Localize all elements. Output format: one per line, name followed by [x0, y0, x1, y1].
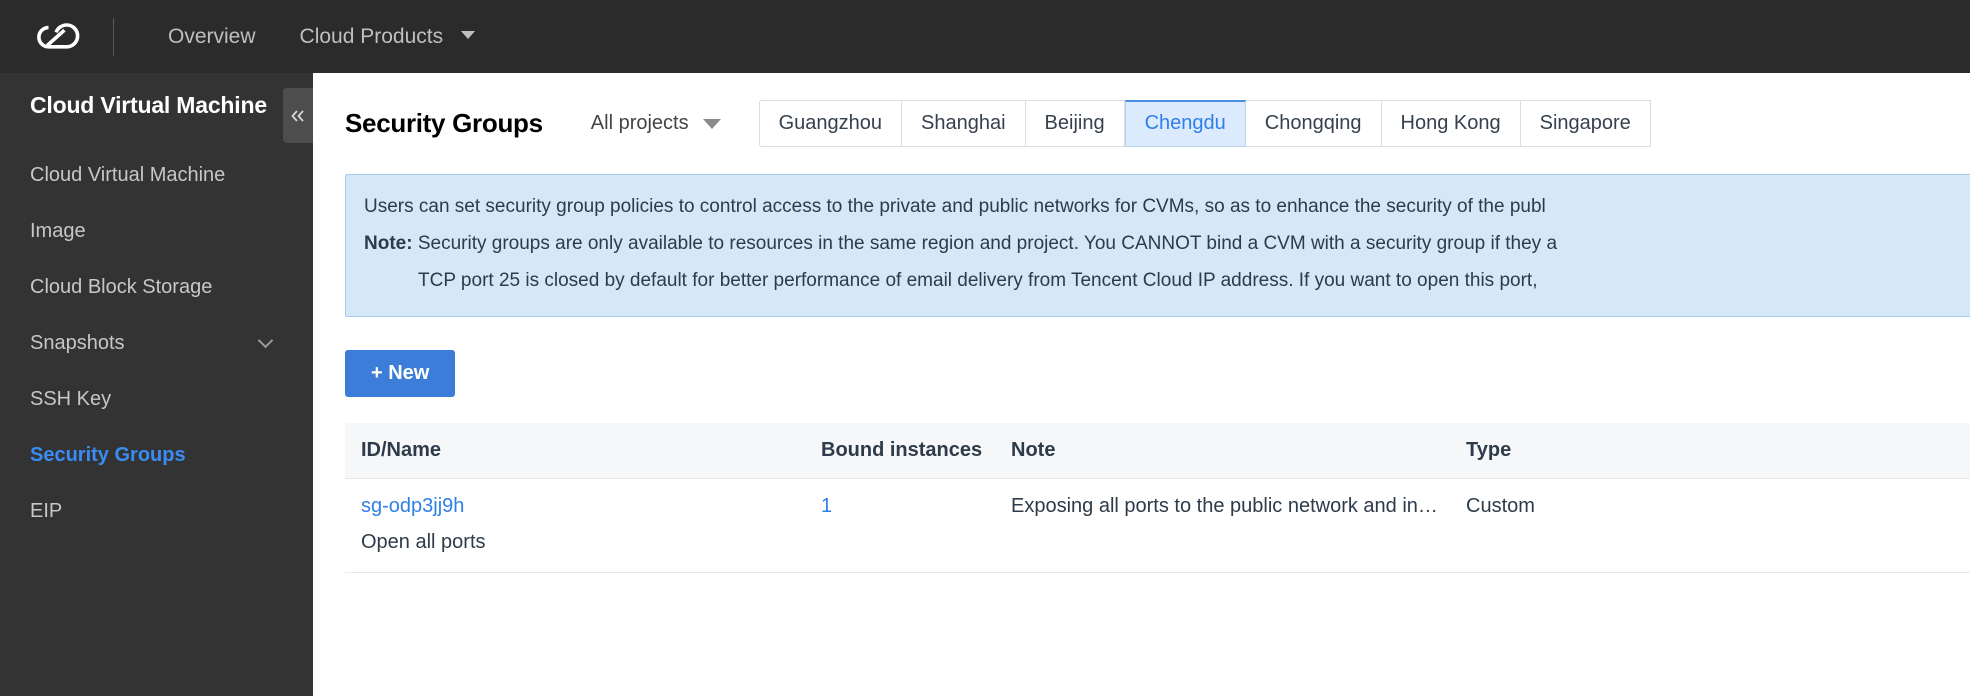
- region-tab-label: Chengdu: [1144, 112, 1226, 134]
- sidebar-item-cloud-block-storage[interactable]: Cloud Block Storage: [0, 259, 313, 315]
- tencent-cloud-logo-icon[interactable]: [0, 0, 113, 73]
- info-banner-line-1: Users can set security group policies to…: [364, 196, 1546, 217]
- double-chevron-left-icon: [291, 109, 304, 122]
- region-tab-label: Chongqing: [1264, 111, 1362, 134]
- page-header: Security Groups All projects Guangzhou S…: [313, 73, 1970, 147]
- region-tab-label: Guangzhou: [778, 111, 883, 134]
- sidebar-item-label: Cloud Block Storage: [30, 275, 213, 298]
- cell-id-name: sg-odp3jj9h Open all ports: [345, 478, 805, 573]
- nav-item-cloud-products[interactable]: Cloud Products: [278, 0, 497, 73]
- info-banner: Users can set security group policies to…: [345, 174, 1970, 317]
- sidebar-item-snapshots[interactable]: Snapshots: [0, 315, 313, 371]
- region-tab-label: Singapore: [1539, 111, 1631, 134]
- region-tab-hong-kong[interactable]: Hong Kong: [1381, 99, 1521, 147]
- region-tab-beijing[interactable]: Beijing: [1025, 99, 1125, 147]
- page-title: Security Groups: [345, 107, 543, 138]
- security-group-name: Open all ports: [361, 530, 486, 553]
- column-header-bound-instances[interactable]: Bound instances: [805, 422, 995, 479]
- region-tab-guangzhou[interactable]: Guangzhou: [758, 99, 903, 147]
- sidebar-item-label: Image: [30, 219, 86, 242]
- chevron-down-icon: [460, 31, 475, 40]
- sidebar-item-label: Snapshots: [30, 331, 125, 354]
- security-groups-table: ID/Name Bound instances Note Type sg-odp…: [345, 422, 1970, 573]
- sidebar: Cloud Virtual Machine Cloud Virtual Mach…: [0, 73, 313, 696]
- top-navigation-bar: Overview Cloud Products: [0, 0, 1970, 73]
- new-security-group-button[interactable]: + New: [345, 349, 456, 397]
- chevron-down-icon: [702, 119, 721, 129]
- sidebar-item-image[interactable]: Image: [0, 203, 313, 259]
- sidebar-item-label: EIP: [30, 499, 63, 522]
- security-groups-table-wrapper: ID/Name Bound instances Note Type sg-odp…: [345, 422, 1970, 573]
- region-tab-list: Guangzhou Shanghai Beijing Chengdu Chong…: [758, 99, 1651, 147]
- sidebar-item-label: Security Groups: [30, 443, 186, 466]
- column-header-type[interactable]: Type: [1450, 422, 1970, 479]
- app-root: Overview Cloud Products Cloud Virtual Ma…: [0, 0, 1970, 696]
- security-group-id-link[interactable]: sg-odp3jj9h: [361, 495, 805, 518]
- region-tab-singapore[interactable]: Singapore: [1520, 99, 1651, 147]
- sidebar-item-eip[interactable]: EIP: [0, 483, 313, 539]
- project-filter-label: All projects: [590, 111, 689, 134]
- sidebar-item-cloud-virtual-machine[interactable]: Cloud Virtual Machine: [0, 147, 313, 203]
- region-tab-label: Shanghai: [921, 111, 1006, 134]
- nav-item-overview-label: Overview: [168, 25, 256, 48]
- sidebar-title: Cloud Virtual Machine: [30, 92, 267, 118]
- cell-note: Exposing all ports to the public network…: [995, 478, 1450, 573]
- main-content: Security Groups All projects Guangzhou S…: [313, 73, 1970, 696]
- column-header-note[interactable]: Note: [995, 422, 1450, 479]
- chevron-down-icon: [257, 332, 274, 349]
- region-tab-chengdu[interactable]: Chengdu: [1124, 99, 1246, 147]
- info-banner-line-3: TCP port 25 is closed by default for bet…: [418, 269, 1538, 291]
- nav-item-cloud-products-label: Cloud Products: [299, 25, 444, 48]
- table-row[interactable]: sg-odp3jj9h Open all ports 1 Exposing al…: [345, 478, 1970, 573]
- table-header-row: ID/Name Bound instances Note Type: [345, 422, 1970, 479]
- sidebar-item-label: Cloud Virtual Machine: [30, 163, 226, 186]
- table-body: sg-odp3jj9h Open all ports 1 Exposing al…: [345, 478, 1970, 573]
- region-tab-chongqing[interactable]: Chongqing: [1245, 99, 1382, 147]
- sidebar-item-security-groups[interactable]: Security Groups: [0, 427, 313, 483]
- region-tab-shanghai[interactable]: Shanghai: [902, 99, 1026, 147]
- info-banner-note-label: Note:: [364, 232, 413, 254]
- nav-item-overview[interactable]: Overview: [146, 0, 278, 73]
- project-filter-dropdown[interactable]: All projects: [591, 112, 721, 135]
- region-tab-label: Hong Kong: [1400, 111, 1501, 134]
- sidebar-item-ssh-key[interactable]: SSH Key: [0, 371, 313, 427]
- region-tab-label: Beijing: [1044, 111, 1105, 134]
- bound-instances-link[interactable]: 1: [821, 495, 832, 517]
- info-banner-line-2: Note: Security groups are only available…: [364, 226, 1970, 263]
- nav-divider: [113, 17, 114, 56]
- info-banner-note-text: Security groups are only available to re…: [412, 232, 1558, 254]
- cell-type: Custom: [1450, 478, 1970, 573]
- table-header: ID/Name Bound instances Note Type: [345, 422, 1970, 479]
- sidebar-item-label: SSH Key: [30, 387, 112, 410]
- cell-bound-instances: 1: [805, 478, 995, 573]
- sidebar-collapse-button[interactable]: [283, 88, 313, 143]
- column-header-id-name[interactable]: ID/Name: [345, 422, 805, 479]
